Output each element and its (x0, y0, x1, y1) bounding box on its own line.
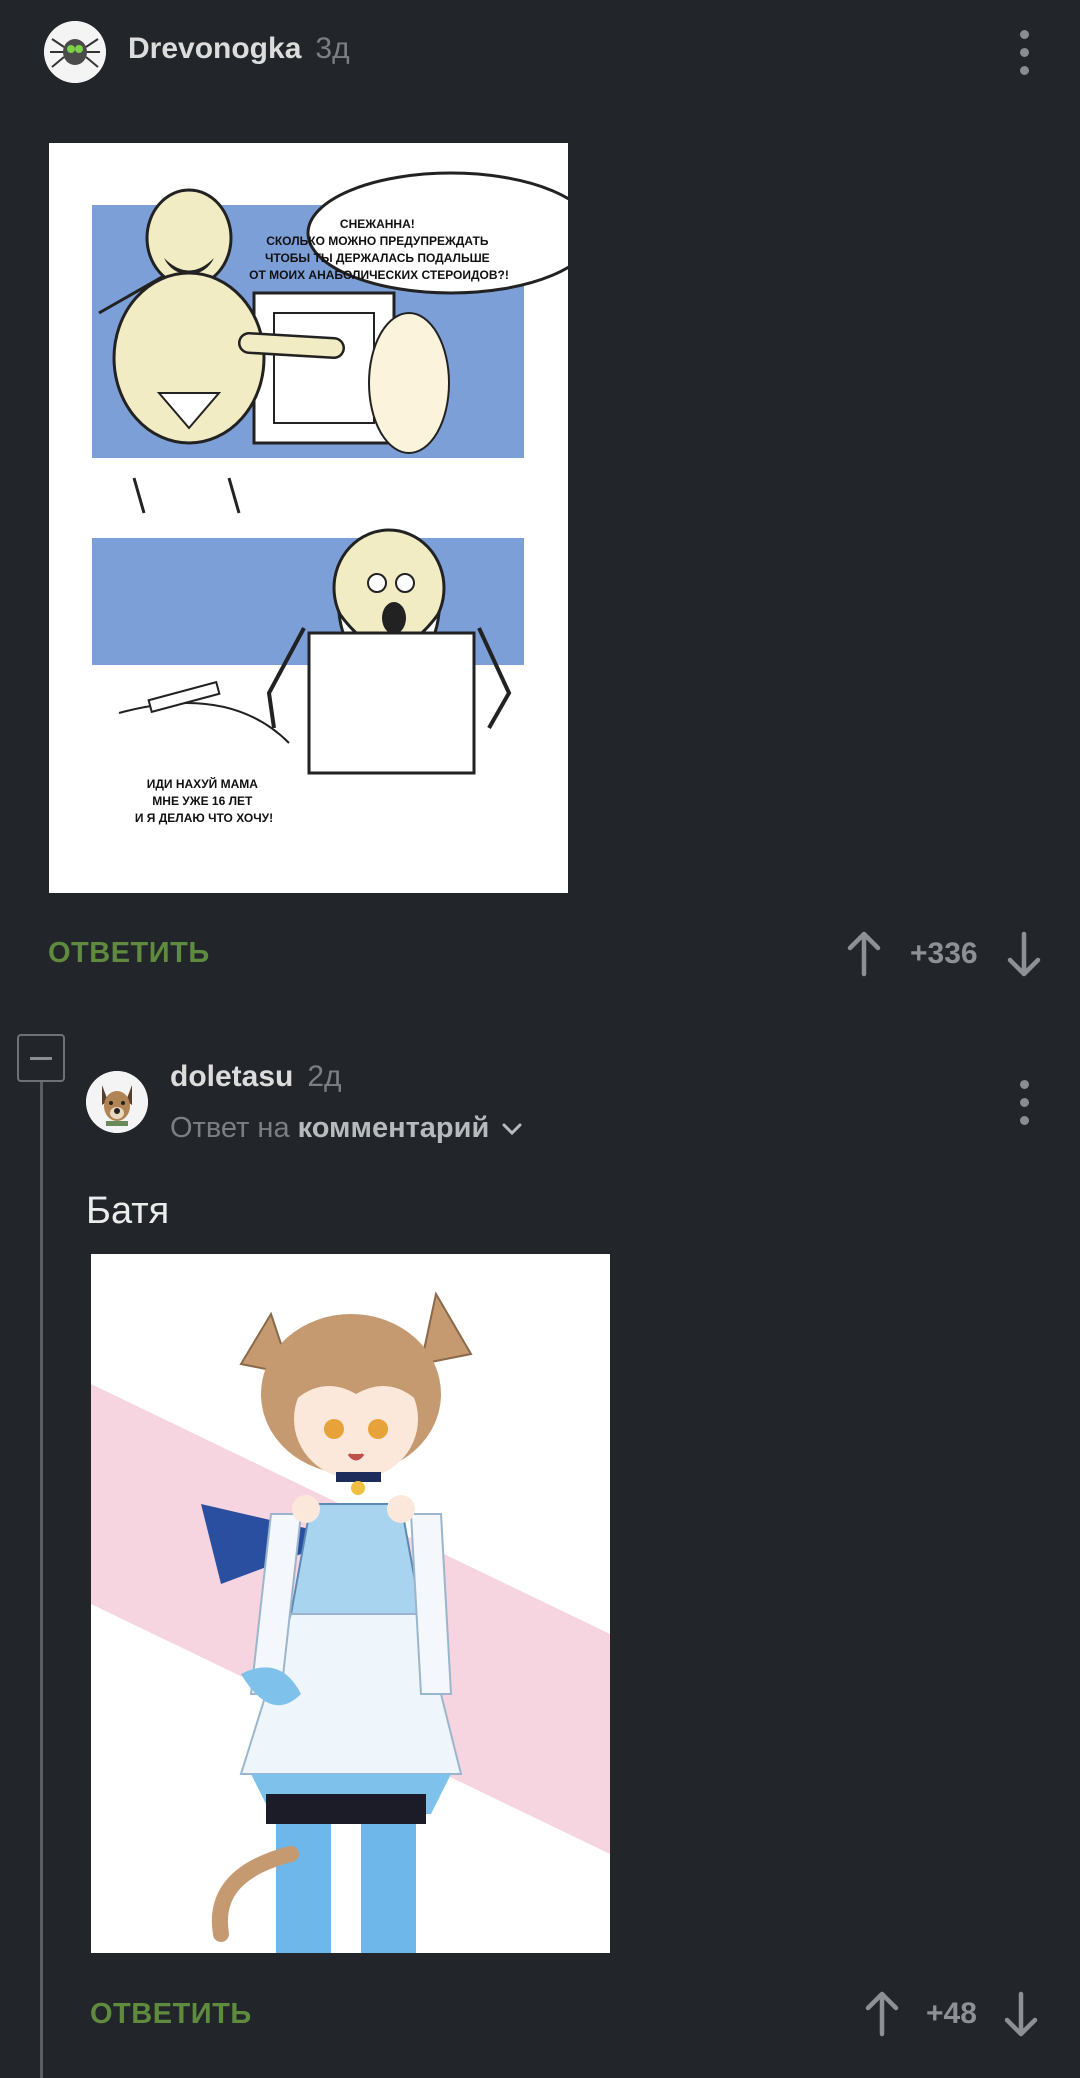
more-options-icon[interactable] (1016, 1080, 1032, 1125)
author-avatar[interactable] (44, 21, 106, 83)
spider-avatar-icon (44, 21, 106, 83)
comic-image[interactable]: СНЕЖАННА! СКОЛЬКО МОЖНО ПРЕДУПРЕЖДАТЬ ЧТ… (49, 143, 568, 893)
collapse-thread-button[interactable] (17, 1034, 65, 1082)
reply-to-target: комментарий (297, 1112, 490, 1144)
downvote-arrow-icon[interactable] (1001, 1990, 1041, 2038)
comic-bubble-bottom: ИДИ НАХУЙ МАМА МНЕ УЖЕ 16 ЛЕТ И Я ДЕЛАЮ … (135, 776, 273, 825)
comment-author[interactable]: Drevonogka (128, 32, 301, 66)
dog-avatar-icon (86, 1071, 148, 1133)
upvote-arrow-icon[interactable] (862, 1990, 902, 2038)
author-avatar[interactable] (86, 1071, 148, 1133)
more-options-icon[interactable] (1016, 30, 1032, 75)
reply-to-prefix: Ответ на (170, 1112, 290, 1144)
comment-rating: +48 (926, 1997, 977, 2030)
comic-illustration: СНЕЖАННА! СКОЛЬКО МОЖНО ПРЕДУПРЕЖДАТЬ ЧТ… (49, 143, 568, 893)
thread-line[interactable] (40, 1082, 43, 2078)
anime-image[interactable] (91, 1254, 610, 1953)
comment-rating: +336 (910, 937, 978, 970)
reply-to-link[interactable]: Ответ на комментарий (170, 1112, 523, 1145)
comment-author[interactable]: doletasu (170, 1060, 293, 1094)
downvote-arrow-icon[interactable] (1004, 930, 1044, 978)
anime-illustration (91, 1254, 610, 1953)
reply-button[interactable]: ОТВЕТИТЬ (90, 1998, 252, 2031)
comment-time: 3д (315, 32, 350, 65)
chevron-down-icon (502, 1123, 522, 1135)
reply-button[interactable]: ОТВЕТИТЬ (48, 937, 210, 970)
comment-text: Батя (86, 1190, 170, 1232)
minus-icon (30, 1056, 52, 1060)
comment-time: 2д (307, 1060, 342, 1093)
upvote-arrow-icon[interactable] (844, 930, 884, 978)
